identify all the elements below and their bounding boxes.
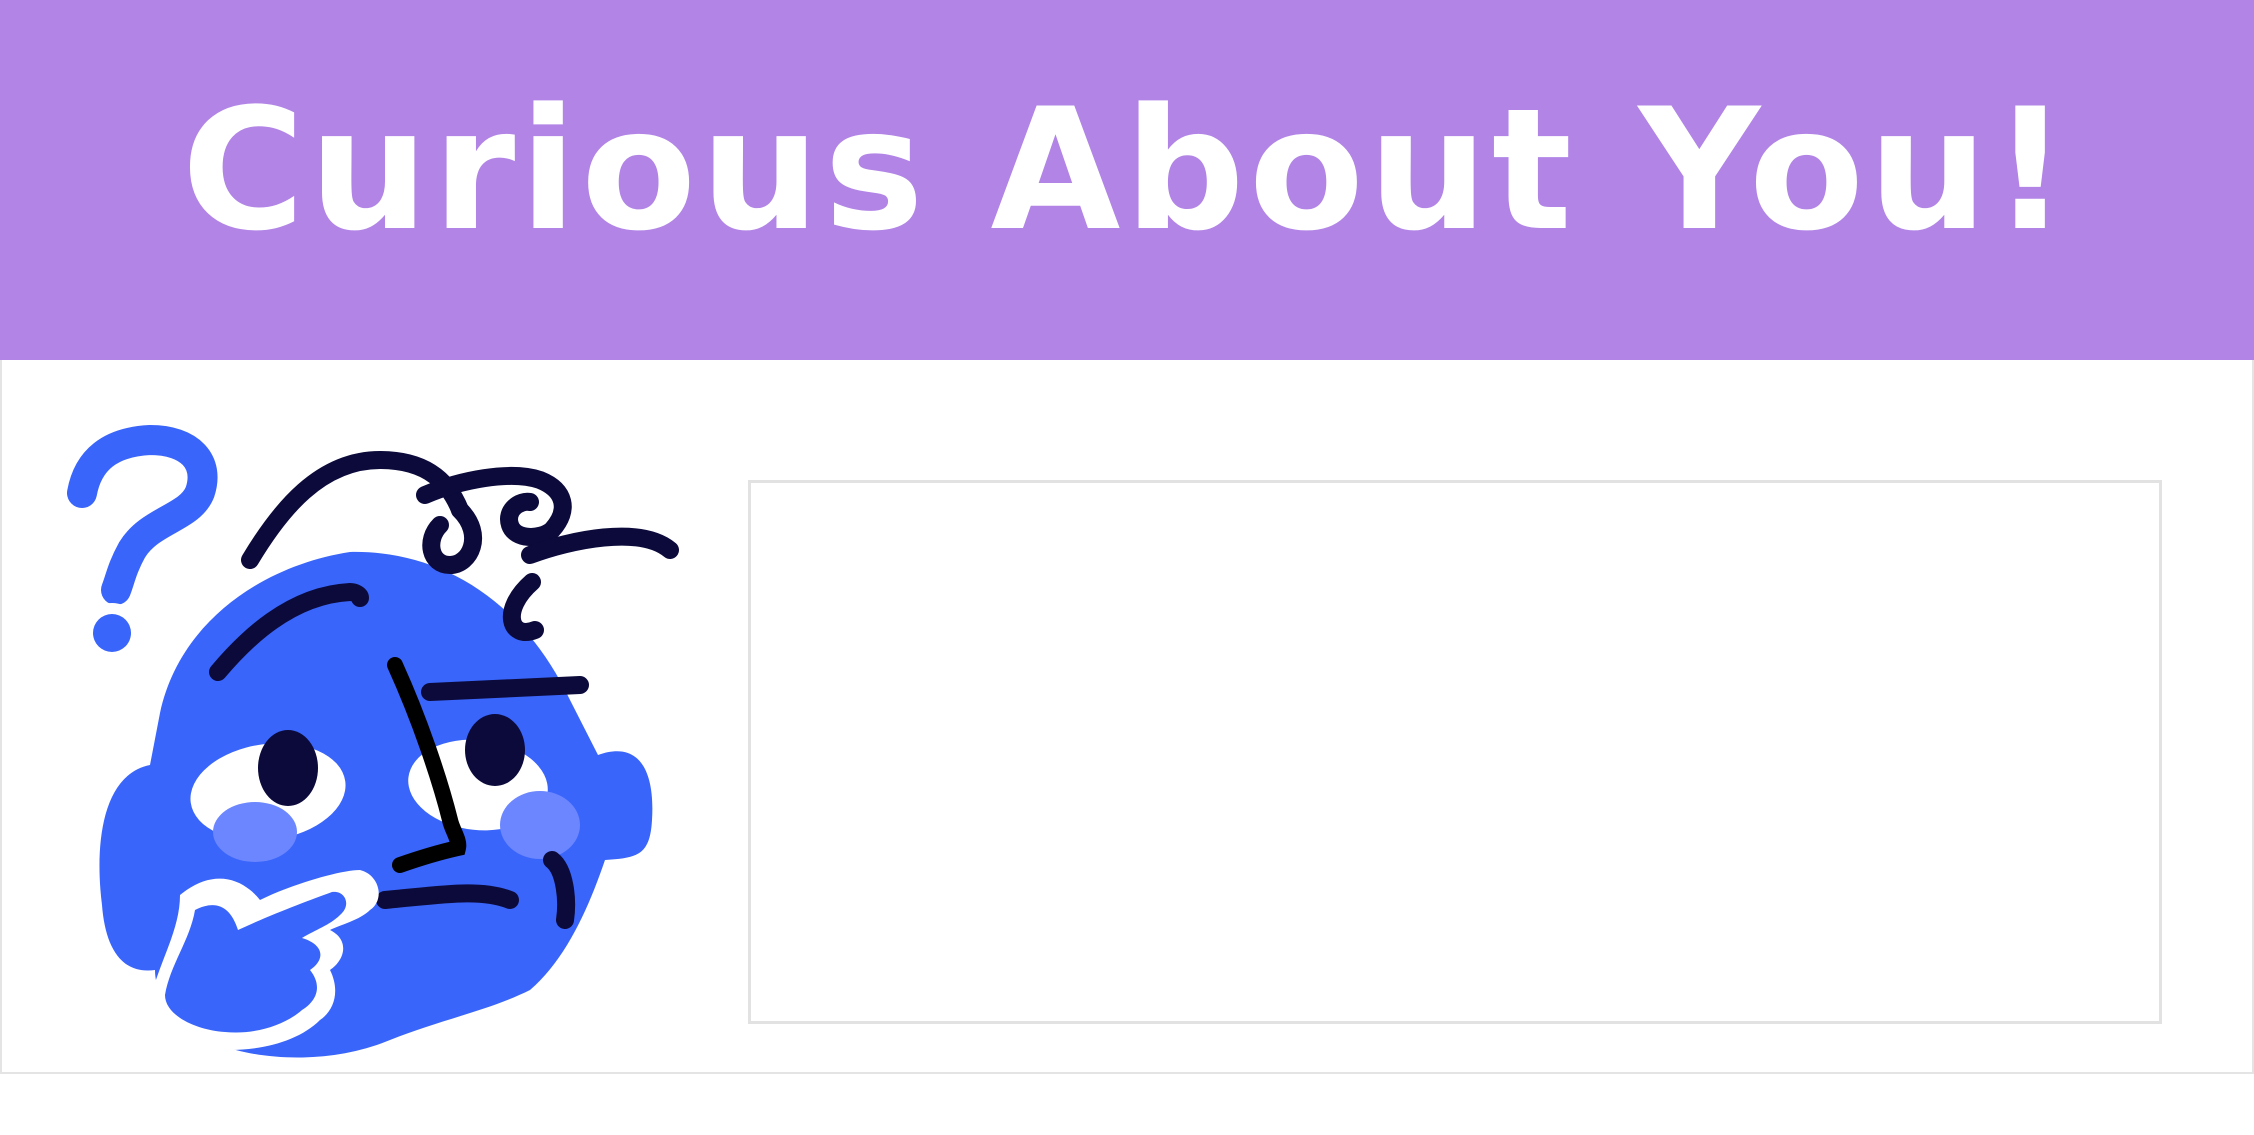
page: Curious About You!: [0, 0, 2254, 1135]
page-title: Curious About You!: [181, 72, 2073, 268]
thinking-face-icon: [56, 413, 679, 1058]
answer-box[interactable]: [748, 480, 2162, 1024]
title-banner: Curious About You!: [0, 0, 2254, 360]
